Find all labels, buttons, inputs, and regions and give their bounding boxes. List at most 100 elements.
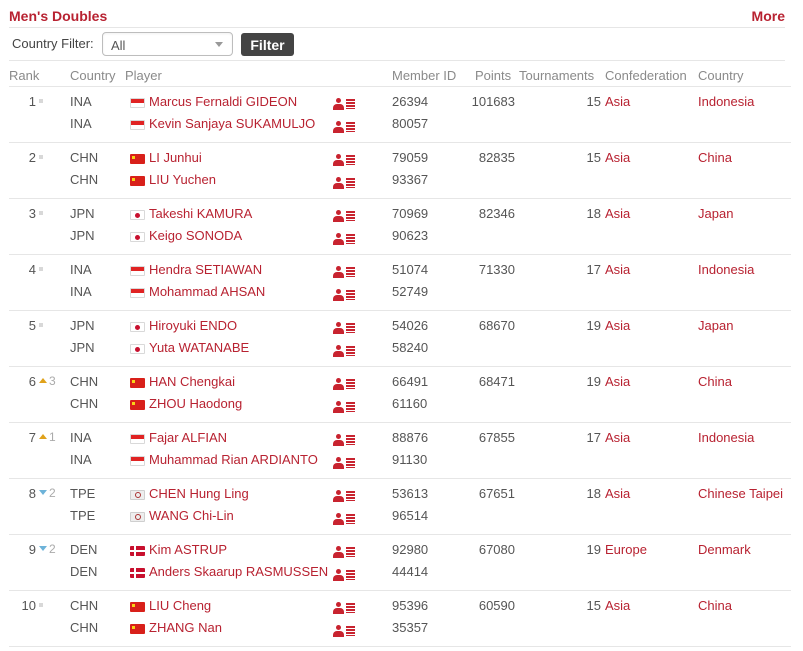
rank-down-icon: [39, 490, 47, 495]
rank-unchanged-icon: [39, 603, 43, 607]
player-name-link[interactable]: Anders Skaarup RASMUSSEN: [149, 564, 328, 579]
player-profile-icon[interactable]: [333, 289, 355, 301]
player-profile-icon[interactable]: [333, 401, 355, 413]
ranking-row: 1 INA Marcus Fernaldi GIDEON 26394 INA Kevin …: [9, 87, 791, 143]
player-profile-icon[interactable]: [333, 210, 355, 222]
filter-button[interactable]: Filter: [241, 33, 294, 56]
player-profile-icon[interactable]: [333, 457, 355, 469]
player-profile-icon[interactable]: [333, 378, 355, 390]
country-code: TPE: [70, 486, 96, 501]
confederation-link[interactable]: Asia: [605, 374, 630, 389]
player-name-link[interactable]: Fajar ALFIAN: [149, 430, 227, 445]
player-name-link[interactable]: LIU Cheng: [149, 598, 211, 613]
flag-chn-icon: [130, 400, 145, 410]
player-name-link[interactable]: LI Junhui: [149, 150, 202, 165]
player-name-link[interactable]: Mohammad AHSAN: [149, 284, 265, 299]
player-profile-icon[interactable]: [333, 345, 355, 357]
player-name-link[interactable]: Kim ASTRUP: [149, 542, 227, 557]
player-name-link[interactable]: Marcus Fernaldi GIDEON: [149, 94, 297, 109]
confederation-link[interactable]: Europe: [605, 542, 647, 557]
player-name-link[interactable]: Takeshi KAMURA: [149, 206, 252, 221]
player-name-link[interactable]: Hendra SETIAWAN: [149, 262, 262, 277]
country-link[interactable]: Indonesia: [698, 94, 754, 109]
confederation-link[interactable]: Asia: [605, 318, 630, 333]
column-header-player[interactable]: Player: [125, 68, 162, 86]
member-id: 58240: [392, 340, 429, 355]
rank-unchanged-icon: [39, 323, 43, 327]
country-link[interactable]: Indonesia: [698, 430, 754, 445]
country-link[interactable]: Japan: [698, 206, 733, 221]
confederation-link[interactable]: Asia: [605, 486, 630, 501]
column-header-rank[interactable]: Rank: [9, 68, 39, 86]
player-profile-icon[interactable]: [333, 569, 355, 581]
player-profile-icon[interactable]: [333, 602, 355, 614]
country-code: CHN: [70, 598, 99, 613]
country-link[interactable]: China: [698, 598, 732, 613]
country-filter-value: All: [111, 38, 126, 53]
player-profile-icon[interactable]: [333, 98, 355, 110]
filter-bar: Country Filter: All Filter: [9, 32, 785, 61]
player-name-link[interactable]: LIU Yuchen: [149, 172, 216, 187]
confederation-link[interactable]: Asia: [605, 150, 630, 165]
column-header-confederation[interactable]: Confederation: [605, 68, 687, 86]
country-link[interactable]: China: [698, 374, 732, 389]
member-id: 88876: [392, 430, 429, 445]
player-profile-icon[interactable]: [333, 490, 355, 502]
player-profile-icon[interactable]: [333, 322, 355, 334]
confederation-link[interactable]: Asia: [605, 598, 630, 613]
tournaments-count: 19: [586, 542, 601, 557]
ranking-row: 8 2 TPE CHEN Hung Ling 53613 TPE WANG Chi-Lin 9…: [9, 479, 791, 535]
player-profile-icon[interactable]: [333, 513, 355, 525]
more-link[interactable]: More: [752, 8, 785, 24]
rank-unchanged-icon: [39, 99, 43, 103]
country-code: DEN: [70, 542, 98, 557]
player-name-link[interactable]: Hiroyuki ENDO: [149, 318, 237, 333]
player-name-link[interactable]: ZHOU Haodong: [149, 396, 242, 411]
player-name-link[interactable]: Yuta WATANABE: [149, 340, 249, 355]
points-value: 71330: [478, 262, 515, 277]
country-link[interactable]: Chinese Taipei: [698, 486, 783, 501]
confederation-link[interactable]: Asia: [605, 94, 630, 109]
player-profile-icon[interactable]: [333, 233, 355, 245]
chevron-down-icon: [215, 42, 223, 47]
player-name-link[interactable]: ZHANG Nan: [149, 620, 222, 635]
column-header-country-code[interactable]: Country: [70, 68, 116, 86]
player-profile-icon[interactable]: [333, 434, 355, 446]
player-name-link[interactable]: Kevin Sanjaya SUKAMULJO: [149, 116, 315, 131]
points-value: 67651: [478, 486, 515, 501]
player-profile-icon[interactable]: [333, 121, 355, 133]
column-header-member-id[interactable]: Member ID: [392, 68, 456, 86]
flag-ina-icon: [130, 120, 145, 130]
confederation-link[interactable]: Asia: [605, 430, 630, 445]
flag-jpn-icon: [130, 344, 145, 354]
player-name-link[interactable]: Keigo SONODA: [149, 228, 242, 243]
column-header-points[interactable]: Points: [475, 68, 511, 86]
column-header-tournaments[interactable]: Tournaments: [519, 68, 594, 86]
rank-unchanged-icon: [39, 211, 43, 215]
country-link[interactable]: Japan: [698, 318, 733, 333]
flag-chn-icon: [130, 176, 145, 186]
player-name-link[interactable]: CHEN Hung Ling: [149, 486, 249, 501]
player-profile-icon[interactable]: [333, 266, 355, 278]
country-link[interactable]: Denmark: [698, 542, 751, 557]
column-header-country[interactable]: Country: [698, 68, 744, 86]
points-value: 60590: [478, 598, 515, 613]
country-link[interactable]: China: [698, 150, 732, 165]
rank-value: 2: [28, 150, 36, 165]
confederation-link[interactable]: Asia: [605, 262, 630, 277]
member-id: 92980: [392, 542, 429, 557]
member-id: 66491: [392, 374, 429, 389]
country-filter-select[interactable]: All: [102, 32, 233, 56]
flag-chn-icon: [130, 378, 145, 388]
player-profile-icon[interactable]: [333, 546, 355, 558]
player-profile-icon[interactable]: [333, 154, 355, 166]
player-name-link[interactable]: WANG Chi-Lin: [149, 508, 234, 523]
confederation-link[interactable]: Asia: [605, 206, 630, 221]
flag-den-icon: [130, 546, 145, 556]
player-profile-icon[interactable]: [333, 177, 355, 189]
player-profile-icon[interactable]: [333, 625, 355, 637]
country-link[interactable]: Indonesia: [698, 262, 754, 277]
player-name-link[interactable]: Muhammad Rian ARDIANTO: [149, 452, 318, 467]
points-value: 67855: [478, 430, 515, 445]
player-name-link[interactable]: HAN Chengkai: [149, 374, 235, 389]
